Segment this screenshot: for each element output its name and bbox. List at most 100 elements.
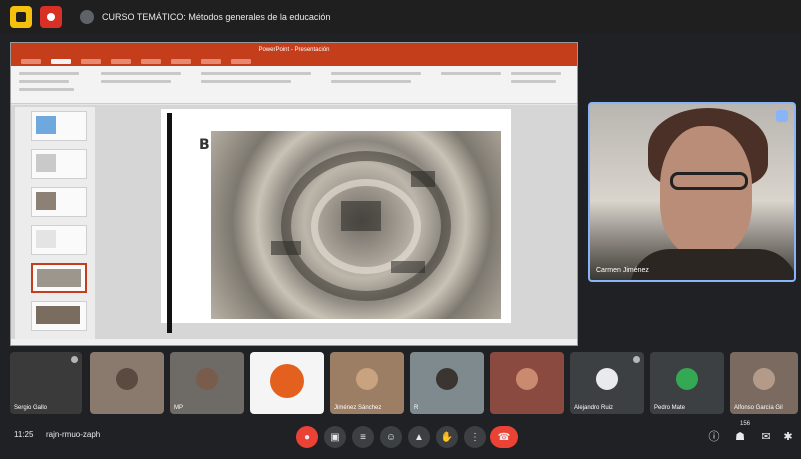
slide-thumbnails: [15, 107, 95, 343]
participant-tile[interactable]: [250, 352, 324, 414]
participant-tile[interactable]: Alejandro Ruiz: [570, 352, 644, 414]
ppt-tab[interactable]: [141, 59, 161, 64]
thumbnail-image: [36, 154, 56, 172]
mic-off-button[interactable]: ●: [296, 426, 318, 448]
clock: 11:25: [14, 430, 34, 439]
speaker-body: [630, 249, 794, 280]
participant-name: MP: [174, 405, 183, 411]
ribbon-group[interactable]: [441, 72, 501, 75]
participant-avatar: [676, 368, 698, 390]
structure: [391, 261, 425, 273]
current-slide[interactable]: B: [161, 109, 511, 333]
emoji-button[interactable]: ☺: [380, 426, 402, 448]
participant-name: Sergio Gallo: [14, 405, 48, 411]
speaker-glasses: [670, 172, 748, 190]
speaker-name: Carmen Jiménez: [596, 267, 649, 274]
structure: [341, 201, 381, 231]
participant-video: [270, 364, 304, 398]
shared-screen[interactable]: PowerPoint - Presentación B: [10, 42, 578, 346]
participant-video: [436, 368, 458, 390]
participant-tile[interactable]: [490, 352, 564, 414]
ribbon-group[interactable]: [511, 72, 561, 75]
camera-button[interactable]: ▣: [324, 426, 346, 448]
presenter-avatar-icon: [80, 10, 94, 24]
participant-name: Alejandro Ruiz: [574, 405, 614, 411]
participant-tile[interactable]: Pedro Mate: [650, 352, 724, 414]
present-button[interactable]: ▲: [408, 426, 430, 448]
participant-tile[interactable]: MP: [170, 352, 244, 414]
ribbon-group[interactable]: [331, 80, 411, 83]
people-icon[interactable]: ☗: [734, 431, 746, 443]
speaker-face: [660, 126, 752, 256]
participant-tile[interactable]: R: [410, 352, 484, 414]
slide-thumbnail[interactable]: [31, 149, 87, 179]
record-dot-icon: [47, 13, 55, 21]
ribbon-group[interactable]: [201, 72, 311, 75]
info-icon[interactable]: ⓘ: [708, 431, 720, 443]
ppt-workspace: B: [11, 105, 577, 345]
app-icon[interactable]: [10, 6, 32, 28]
raise-hand-button[interactable]: ✋: [436, 426, 458, 448]
participant-name: Jiménez Sánchez: [334, 405, 382, 411]
thumbnail-image: [36, 306, 80, 324]
chat-icon[interactable]: ✉: [760, 431, 772, 443]
ppt-tab[interactable]: [171, 59, 191, 64]
ribbon-group[interactable]: [19, 88, 74, 91]
end-call-button[interactable]: ☎: [490, 426, 518, 448]
participant-tile[interactable]: [90, 352, 164, 414]
slide-thumbnail[interactable]: [31, 225, 87, 255]
participant-strip: Sergio Gallo MP Jiménez Sánchez R Alejan…: [10, 352, 800, 414]
participant-tile[interactable]: Sergio Gallo: [10, 352, 82, 414]
participant-count-badge: 156: [740, 421, 751, 427]
ribbon-group[interactable]: [19, 80, 69, 83]
presentation-title: CURSO TEMÁTICO: Métodos generales de la …: [102, 12, 331, 22]
ribbon-group[interactable]: [101, 72, 181, 75]
ppt-status-bar: [11, 339, 577, 345]
ribbon-group[interactable]: [101, 80, 171, 83]
participant-tile[interactable]: Alfonso García Gil: [730, 352, 798, 414]
participant-tile[interactable]: Jiménez Sánchez: [330, 352, 404, 414]
slide-thumbnail-active[interactable]: [31, 263, 87, 293]
ribbon-group[interactable]: [201, 80, 291, 83]
slide-label: B: [199, 137, 210, 153]
structure: [271, 241, 301, 255]
ppt-tab-home[interactable]: [51, 59, 71, 64]
meeting-code: rajn-rmuo-zaph: [46, 430, 101, 439]
thumbnail-image: [36, 192, 56, 210]
slide-thumbnail[interactable]: [31, 111, 87, 141]
participant-avatar: [596, 368, 618, 390]
slide-thumbnail[interactable]: [31, 187, 87, 217]
slide-accent-bar: [167, 113, 172, 333]
more-options-button[interactable]: ⋮: [464, 426, 486, 448]
app-glyph-icon: [16, 12, 26, 22]
participant-video: [356, 368, 378, 390]
ppt-tab[interactable]: [81, 59, 101, 64]
mic-icon: [71, 356, 78, 363]
ppt-ribbon-tabs: [11, 57, 577, 66]
pin-icon[interactable]: [776, 110, 788, 122]
participant-video: [753, 368, 775, 390]
ppt-tab[interactable]: [111, 59, 131, 64]
record-icon[interactable]: [40, 6, 62, 28]
ppt-tab[interactable]: [201, 59, 221, 64]
participant-name: Alfonso García Gil: [734, 405, 783, 411]
thumbnail-image: [36, 116, 56, 134]
slide-thumbnail[interactable]: [31, 301, 87, 331]
ppt-tab[interactable]: [231, 59, 251, 64]
participant-name: Pedro Mate: [654, 405, 686, 411]
meet-window: CURSO TEMÁTICO: Métodos generales de la …: [0, 0, 801, 459]
ribbon-group[interactable]: [19, 72, 79, 75]
ribbon-group[interactable]: [331, 72, 421, 75]
participant-video: [196, 368, 218, 390]
participant-video: [116, 368, 138, 390]
activities-icon[interactable]: ✱: [782, 431, 794, 443]
ribbon-group[interactable]: [511, 80, 556, 83]
meeting-controls-bar: 11:25 rajn-rmuo-zaph ● ▣ ≡ ☺ ▲ ✋ ⋮ ☎ 156…: [0, 418, 801, 459]
participant-name: R: [414, 405, 419, 411]
ppt-tab[interactable]: [21, 59, 41, 64]
participant-video: [516, 368, 538, 390]
mic-off-icon: [633, 356, 640, 363]
captions-button[interactable]: ≡: [352, 426, 374, 448]
speaker-tile[interactable]: Carmen Jiménez: [588, 102, 796, 282]
thumbnail-image: [36, 230, 56, 248]
